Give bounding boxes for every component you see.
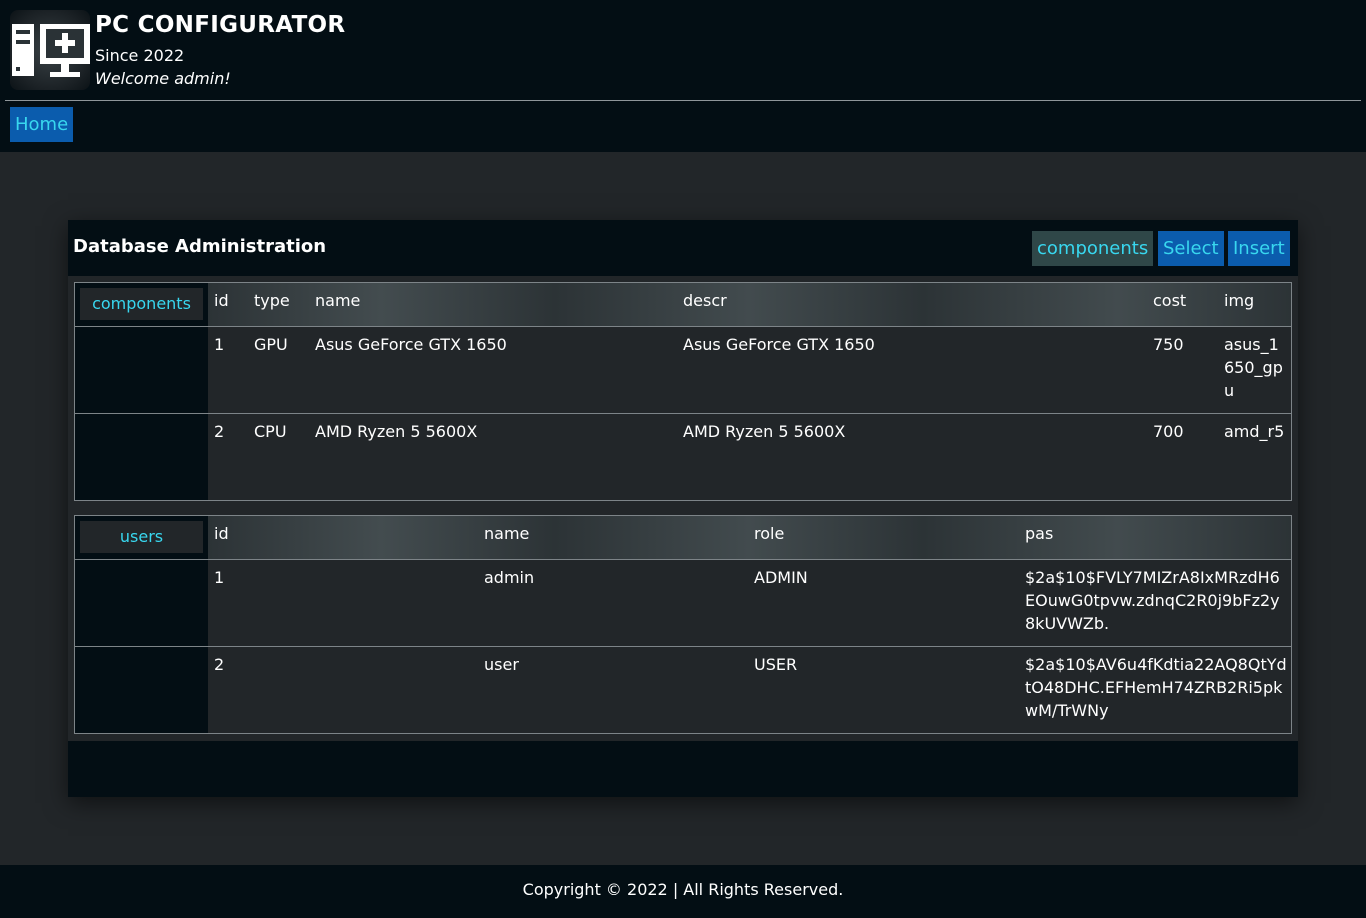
- pc-tower-monitor-icon: [10, 10, 90, 90]
- column-header: img: [1224, 291, 1255, 310]
- select-button[interactable]: Select: [1158, 231, 1224, 266]
- site-since: Since 2022: [95, 46, 185, 65]
- table-cell: 2: [214, 655, 225, 674]
- table-grid: id type name descr cost img 1 GPU Asus G…: [75, 283, 1291, 500]
- nav-home-button[interactable]: Home: [10, 107, 74, 142]
- table-cell: 2: [214, 422, 225, 441]
- components-table-label[interactable]: components: [80, 288, 203, 320]
- table-cell: CPU: [254, 422, 287, 441]
- users-table-label[interactable]: users: [80, 521, 203, 553]
- table-cell: amd_r5: [1224, 422, 1285, 441]
- column-header: name: [484, 524, 530, 543]
- column-header: descr: [683, 291, 727, 310]
- table-cell: $2a$10$FVLY7MIZrA8IxMRzdH6EOuwG0tpvw.zdn…: [1025, 568, 1280, 633]
- insert-button[interactable]: Insert: [1228, 231, 1290, 266]
- site-footer: Copyright © 2022 | All Rights Reserved.: [0, 865, 1366, 918]
- table-cell: 750: [1153, 335, 1184, 354]
- table-cell: GPU: [254, 335, 288, 354]
- table-header-row: id name role pas: [208, 516, 1291, 559]
- table-cell: Asus GeForce GTX 1650: [315, 335, 507, 354]
- table-cell: user: [484, 655, 519, 674]
- panel-header: Database Administration components Selec…: [68, 220, 1298, 276]
- site-header: PC CONFIGURATOR Since 2022 Welcome admin…: [0, 0, 1366, 152]
- welcome-message: Welcome admin!: [95, 69, 231, 88]
- table-cell: ADMIN: [754, 568, 808, 587]
- column-header: name: [315, 291, 361, 310]
- database-admin-panel: Database Administration components Selec…: [68, 220, 1298, 797]
- copyright-text: Copyright © 2022 | All Rights Reserved.: [522, 880, 844, 899]
- table-cell: USER: [754, 655, 798, 674]
- table-sidebar: components: [75, 283, 208, 500]
- table-cell: Asus GeForce GTX 1650: [683, 335, 875, 354]
- table-grid: id name role pas 1 admin ADMIN $2a$10$FV…: [75, 516, 1291, 733]
- column-header: role: [754, 524, 785, 543]
- table-cell: 1: [214, 568, 225, 587]
- table-cell: AMD Ryzen 5 5600X: [315, 422, 478, 441]
- row-divider: [75, 646, 1291, 647]
- header-divider: [5, 100, 1361, 101]
- users-table: users id name role pas 1 admin ADMIN $2a…: [74, 515, 1292, 734]
- site-title: PC CONFIGURATOR: [95, 12, 346, 38]
- column-header: type: [254, 291, 290, 310]
- table-select-dropdown[interactable]: components: [1032, 231, 1154, 266]
- column-header: id: [214, 291, 229, 310]
- column-header: pas: [1025, 524, 1054, 543]
- components-table: components id type name descr cost img 1…: [74, 282, 1292, 501]
- column-header: id: [214, 524, 229, 543]
- column-header: cost: [1153, 291, 1187, 310]
- panel-body: components id type name descr cost img 1…: [68, 276, 1298, 741]
- table-sidebar: users: [75, 516, 208, 733]
- row-divider: [75, 413, 1291, 414]
- row-divider: [75, 326, 1291, 327]
- panel-footer: [68, 741, 1298, 797]
- table-cell: 1: [214, 335, 225, 354]
- table-cell: asus_1650_gpu: [1224, 335, 1283, 400]
- table-cell: admin: [484, 568, 535, 587]
- table-cell: $2a$10$AV6u4fKdtia22AQ8QtYdtO48DHC.EFHem…: [1025, 655, 1287, 720]
- panel-title: Database Administration: [73, 236, 327, 257]
- row-divider: [75, 559, 1291, 560]
- table-cell: 700: [1153, 422, 1184, 441]
- table-header-row: id type name descr cost img: [208, 283, 1291, 326]
- table-cell: AMD Ryzen 5 5600X: [683, 422, 846, 441]
